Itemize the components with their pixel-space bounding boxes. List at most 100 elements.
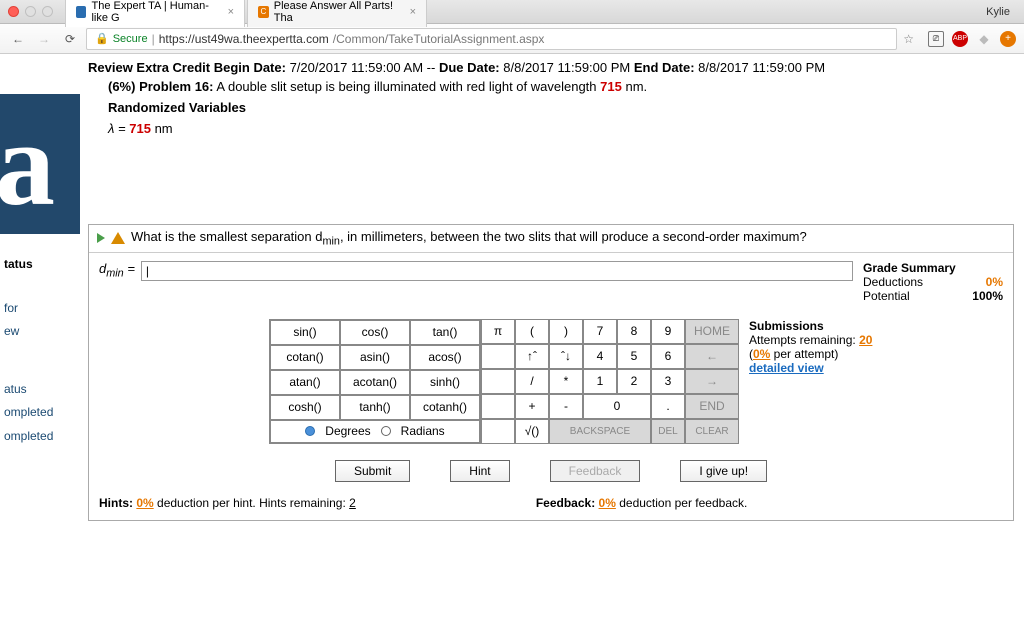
key-9[interactable]: 9 (651, 319, 685, 344)
key-blank (481, 394, 515, 419)
submit-button[interactable]: Submit (335, 460, 410, 482)
problem-statement: (6%) Problem 16: A double slit setup is … (88, 79, 1014, 94)
tab-close-icon[interactable]: × (228, 6, 234, 18)
calc-cos[interactable]: cos() (340, 320, 410, 345)
answer-input[interactable] (141, 261, 853, 281)
key-sqrt[interactable]: √() (515, 419, 549, 444)
key-del[interactable]: DEL (651, 419, 685, 444)
key-down[interactable]: ˆ↓ (549, 344, 583, 369)
sidebar-item: ompleted (4, 402, 53, 424)
key-home[interactable]: HOME (685, 319, 739, 344)
lock-icon: 🔒 (95, 32, 109, 45)
calc-asin[interactable]: asin() (340, 345, 410, 370)
question-text: What is the smallest separation dmin, in… (131, 229, 807, 248)
key-div[interactable]: / (515, 369, 549, 394)
action-buttons: Submit Hint Feedback I give up! (89, 452, 1013, 490)
key-minus[interactable]: - (549, 394, 583, 419)
secure-label: Secure (113, 33, 148, 45)
radians-radio[interactable] (381, 426, 391, 436)
back-button[interactable]: ← (8, 29, 28, 49)
key-rparen[interactable]: ) (549, 319, 583, 344)
key-0[interactable]: 0 (583, 394, 651, 419)
minimize-window-icon[interactable] (25, 6, 36, 17)
key-2[interactable]: 2 (617, 369, 651, 394)
key-blank (481, 344, 515, 369)
key-8[interactable]: 8 (617, 319, 651, 344)
key-left[interactable]: ← (685, 344, 739, 369)
key-end[interactable]: END (685, 394, 739, 419)
tab-title: Please Answer All Parts! Tha (274, 0, 401, 24)
reload-button[interactable]: ⟳ (60, 29, 80, 49)
tab-title: The Expert TA | Human-like G (91, 0, 218, 24)
url-path: /Common/TakeTutorialAssignment.aspx (333, 32, 545, 46)
key-6[interactable]: 6 (651, 344, 685, 369)
key-1[interactable]: 1 (583, 369, 617, 394)
hint-button[interactable]: Hint (450, 460, 509, 482)
calc-tanh[interactable]: tanh() (340, 395, 410, 420)
feedback-button: Feedback (550, 460, 641, 482)
key-right[interactable]: → (685, 369, 739, 394)
expert-ta-favicon (76, 6, 86, 18)
forward-button: → (34, 29, 54, 49)
tab-close-icon[interactable]: × (410, 6, 416, 18)
hints-footer: Hints: 0% deduction per hint. Hints rema… (89, 490, 1013, 520)
key-7[interactable]: 7 (583, 319, 617, 344)
dmin-label: dmin = (99, 261, 135, 280)
giveup-button[interactable]: I give up! (680, 460, 767, 482)
grade-summary: Grade Summary Deductions0% Potential100% (863, 261, 1003, 303)
key-5[interactable]: 5 (617, 344, 651, 369)
numpad: π ( ) 7 8 9 HOME ↑ˆ ˆ↓ 4 5 6 ← (481, 319, 739, 444)
calculator-area: sin() cos() tan() cotan() asin() acos() … (89, 311, 1013, 452)
key-4[interactable]: 4 (583, 344, 617, 369)
browser-toolbar: ← → ⟳ 🔒 Secure | https://ust49wa.theexpe… (0, 24, 1024, 54)
function-grid: sin() cos() tan() cotan() asin() acos() … (269, 319, 481, 444)
calc-sinh[interactable]: sinh() (410, 370, 480, 395)
left-sidebar: a tatus for ew atus ompleted ompleted (0, 54, 80, 640)
extension-icon[interactable]: ◆ (976, 31, 992, 47)
url-host: https://ust49wa.theexpertta.com (159, 32, 329, 46)
key-3[interactable]: 3 (651, 369, 685, 394)
calc-cotan[interactable]: cotan() (270, 345, 340, 370)
browser-tab-2[interactable]: C Please Answer All Parts! Tha × (247, 0, 427, 27)
key-backspace[interactable]: BACKSPACE (549, 419, 651, 444)
sidebar-item: for (4, 298, 53, 320)
cast-icon[interactable]: ⎚ (928, 31, 944, 47)
chegg-favicon: C (258, 6, 269, 18)
page-content: a tatus for ew atus ompleted ompleted Re… (0, 54, 1024, 640)
lambda-value: λ = 715 nm (88, 121, 1014, 136)
detailed-view-link[interactable]: detailed view (749, 361, 889, 375)
key-lparen[interactable]: ( (515, 319, 549, 344)
play-icon[interactable] (97, 233, 105, 243)
randomized-variables-label: Randomized Variables (88, 100, 1014, 115)
submissions-panel: Submissions Attempts remaining: 20 (0% p… (749, 319, 889, 444)
sidebar-item: ew (4, 321, 53, 343)
key-up[interactable]: ↑ˆ (515, 344, 549, 369)
key-plus[interactable]: + (515, 394, 549, 419)
question-panel: What is the smallest separation dmin, in… (88, 224, 1014, 521)
profile-name: Kylie (986, 6, 1016, 18)
key-dot[interactable]: . (651, 394, 685, 419)
key-blank (481, 369, 515, 394)
sidebar-fragments: tatus for ew atus ompleted ompleted (4, 254, 53, 450)
key-clear[interactable]: CLEAR (685, 419, 739, 444)
calc-cosh[interactable]: cosh() (270, 395, 340, 420)
degrees-radio[interactable] (305, 426, 315, 436)
key-pi[interactable]: π (481, 319, 515, 344)
key-mul[interactable]: * (549, 369, 583, 394)
calc-atan[interactable]: atan() (270, 370, 340, 395)
calc-cotanh[interactable]: cotanh() (410, 395, 480, 420)
window-controls (8, 6, 53, 17)
calc-tan[interactable]: tan() (410, 320, 480, 345)
bookmark-star-icon[interactable]: ☆ (903, 32, 914, 46)
maximize-window-icon[interactable] (42, 6, 53, 17)
question-text-row: What is the smallest separation dmin, in… (89, 225, 1013, 252)
calc-acos[interactable]: acos() (410, 345, 480, 370)
address-bar[interactable]: 🔒 Secure | https://ust49wa.theexpertta.c… (86, 28, 897, 50)
calc-acotan[interactable]: acotan() (340, 370, 410, 395)
calc-sin[interactable]: sin() (270, 320, 340, 345)
browser-tab-1[interactable]: The Expert TA | Human-like G × (65, 0, 245, 27)
abp-icon[interactable]: ABP (952, 31, 968, 47)
close-window-icon[interactable] (8, 6, 19, 17)
menu-icon[interactable]: + (1000, 31, 1016, 47)
angle-mode: Degrees Radians (270, 420, 480, 443)
